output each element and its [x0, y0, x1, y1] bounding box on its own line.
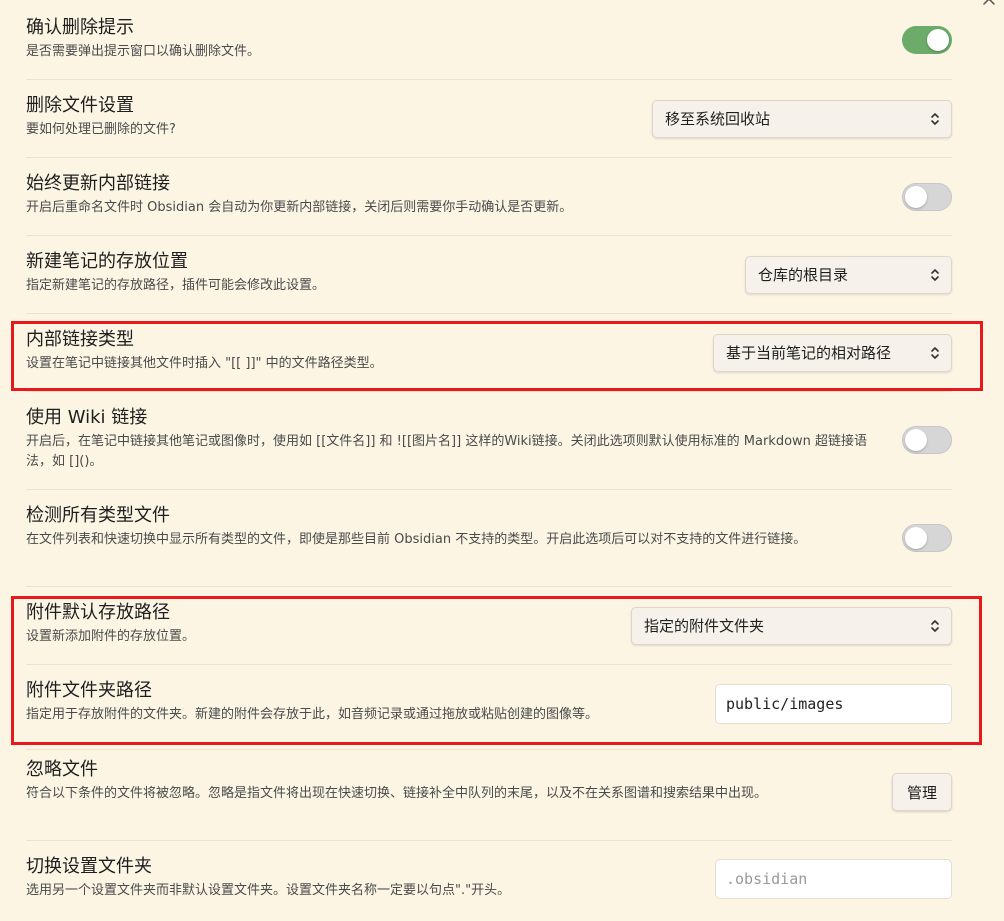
- toggle-knob: [905, 186, 927, 208]
- wiki-links-toggle[interactable]: [902, 426, 952, 454]
- setting-excluded-files: 忽略文件 符合以下条件的文件将被忽略。忽略是指文件将出现在快速切换、链接补全中队…: [26, 750, 952, 841]
- setting-description: 符合以下条件的文件将被忽略。忽略是指文件将出现在快速切换、链接补全中队列的末尾，…: [26, 786, 768, 801]
- setting-name: 使用 Wiki 链接: [26, 407, 148, 428]
- new-note-location-select[interactable]: 仓库的根目录: [745, 256, 952, 294]
- attachment-location-select[interactable]: 指定的附件文件夹: [631, 607, 952, 645]
- setting-name: 始终更新内部链接: [26, 173, 170, 194]
- chevron-up-down-icon: [931, 269, 939, 281]
- toggle-knob: [905, 429, 927, 451]
- setting-description: 是否需要弹出提示窗口以确认删除文件。: [26, 44, 261, 59]
- detect-all-extensions-toggle[interactable]: [902, 524, 952, 552]
- setting-name: 确认删除提示: [26, 17, 134, 38]
- setting-config-folder: 切换设置文件夹 选用另一个设置文件夹而非默认设置文件夹。设置文件夹名称一定要以句…: [26, 841, 952, 921]
- chevron-up-down-icon: [931, 113, 939, 125]
- setting-attachment-location: 附件默认存放路径 设置新添加附件的存放位置。 指定的附件文件夹: [26, 587, 952, 665]
- setting-description: 在文件列表和快速切换中显示所有类型的文件，即使是那些目前 Obsidian 不支…: [26, 532, 807, 547]
- select-value: 指定的附件文件夹: [644, 617, 765, 635]
- setting-wiki-links: 使用 Wiki 链接 开启后，在笔记中链接其他笔记或图像时，使用如 [[文件名]…: [26, 392, 952, 490]
- toggle-knob: [927, 29, 949, 51]
- setting-detect-all-extensions: 检测所有类型文件 在文件列表和快速切换中显示所有类型的文件，即使是那些目前 Ob…: [26, 490, 952, 587]
- setting-name: 检测所有类型文件: [26, 505, 170, 526]
- setting-name: 忽略文件: [26, 759, 98, 780]
- setting-description: 开启后重命名文件时 Obsidian 会自动为你更新内部链接，关闭后则需要你手动…: [26, 200, 573, 215]
- select-value: 移至系统回收站: [665, 110, 771, 128]
- confirm-delete-toggle[interactable]: [902, 26, 952, 54]
- setting-attachment-folder: 附件文件夹路径 指定用于存放附件的文件夹。新建的附件会存放于此，如音频记录或通过…: [26, 665, 952, 750]
- setting-deleted-files: 删除文件设置 要如何处理已删除的文件? 移至系统回收站: [26, 80, 952, 158]
- setting-description: 开启后，在笔记中链接其他笔记或图像时，使用如 [[文件名]] 和 ![[图片名]…: [26, 434, 868, 469]
- setting-link-format: 内部链接类型 设置在笔记中链接其他文件时插入 "[[ ]]" 中的文件路径类型。…: [26, 314, 952, 392]
- config-folder-input[interactable]: [715, 859, 952, 899]
- setting-confirm-delete: 确认删除提示 是否需要弹出提示窗口以确认删除文件。: [26, 0, 952, 80]
- toggle-knob: [905, 527, 927, 549]
- chevron-up-down-icon: [931, 347, 939, 359]
- select-value: 基于当前笔记的相对路径: [726, 344, 892, 362]
- select-value: 仓库的根目录: [758, 266, 849, 284]
- settings-panel: 确认删除提示 是否需要弹出提示窗口以确认删除文件。 删除文件设置 要如何处理已删…: [0, 0, 1004, 921]
- setting-new-note-location: 新建笔记的存放位置 指定新建笔记的存放路径，插件可能会修改此设置。 仓库的根目录: [26, 236, 952, 314]
- chevron-up-icon[interactable]: [982, 0, 996, 6]
- manage-excluded-files-button[interactable]: 管理: [891, 773, 952, 811]
- setting-auto-update-links: 始终更新内部链接 开启后重命名文件时 Obsidian 会自动为你更新内部链接，…: [26, 158, 952, 236]
- auto-update-links-toggle[interactable]: [902, 183, 952, 211]
- deleted-files-select[interactable]: 移至系统回收站: [652, 100, 952, 138]
- chevron-up-down-icon: [931, 620, 939, 632]
- link-format-select[interactable]: 基于当前笔记的相对路径: [713, 334, 952, 372]
- attachment-folder-input[interactable]: [715, 684, 952, 724]
